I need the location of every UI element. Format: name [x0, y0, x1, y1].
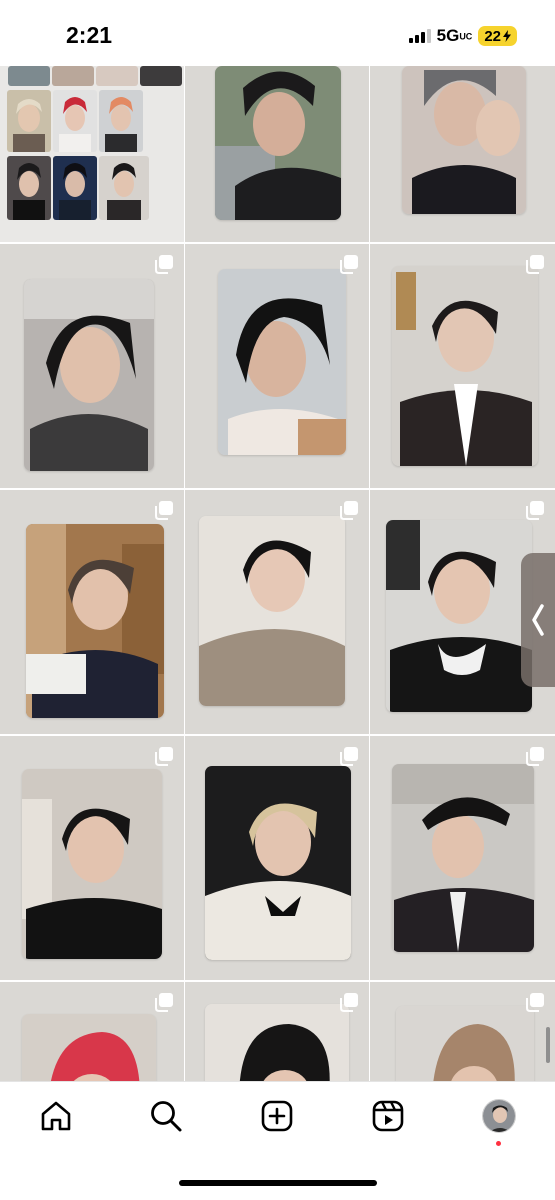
multiple-photos-icon: [526, 501, 544, 520]
home-indicator: [179, 1180, 377, 1186]
side-panel-tab[interactable]: [521, 553, 555, 687]
nav-reels-button[interactable]: [368, 1096, 408, 1136]
grid-post[interactable]: [185, 736, 369, 980]
chevron-left-icon: [532, 604, 544, 636]
grid-post[interactable]: [0, 490, 184, 734]
status-time: 2:21: [66, 22, 113, 48]
photocard-image: [396, 1006, 534, 1081]
photocard-image: [199, 516, 345, 706]
grid-post[interactable]: [185, 66, 369, 242]
photocard-image: [392, 266, 538, 466]
nav-home-button[interactable]: [36, 1096, 76, 1136]
notification-dot: [496, 1141, 501, 1146]
grid-post[interactable]: [185, 982, 369, 1081]
status-indicators: 5GUC 22: [408, 26, 517, 46]
status-bar: 2:21 5GUC 22: [0, 0, 555, 66]
photocard-image: [392, 764, 534, 952]
photocard-image: [402, 66, 526, 214]
battery-indicator: 22: [478, 26, 517, 46]
grid-post[interactable]: [370, 244, 555, 488]
photocard-image: [22, 769, 162, 959]
photocard-image: [24, 279, 154, 471]
multiple-photos-icon: [340, 255, 358, 274]
photocard-image: [386, 520, 532, 712]
photocard-image: [215, 66, 341, 220]
multiple-photos-icon: [155, 993, 173, 1012]
grid-post[interactable]: [0, 982, 184, 1081]
search-icon: [151, 1101, 182, 1132]
grid-post[interactable]: [370, 736, 555, 980]
multiple-photos-icon: [340, 993, 358, 1012]
network-type: 5GUC: [436, 26, 473, 45]
multiple-photos-icon: [340, 501, 358, 520]
grid-post[interactable]: [0, 66, 184, 242]
photocard-image: [205, 1004, 349, 1081]
multiple-photos-icon: [340, 747, 358, 766]
grid-post[interactable]: [0, 244, 184, 488]
grid-post[interactable]: [185, 244, 369, 488]
nav-profile-button[interactable]: [479, 1096, 519, 1136]
photocard-image: [22, 1014, 156, 1081]
post-grid: [0, 66, 555, 1081]
grid-post[interactable]: [185, 490, 369, 734]
profile-avatar: [482, 1099, 516, 1133]
photocard-image: [26, 524, 164, 718]
cellular-signal-icon: [408, 29, 431, 43]
nav-create-button[interactable]: [257, 1096, 297, 1136]
charging-bolt-icon: [503, 30, 511, 42]
grid-post[interactable]: [370, 982, 555, 1081]
nav-search-button[interactable]: [146, 1096, 186, 1136]
home-icon: [41, 1101, 71, 1131]
multiple-photos-icon: [155, 255, 173, 274]
multiple-photos-icon: [155, 501, 173, 520]
multiple-photos-icon: [155, 747, 173, 766]
grid-post[interactable]: [0, 736, 184, 980]
scrollbar-thumb[interactable]: [546, 1027, 550, 1063]
grid-post[interactable]: [370, 66, 555, 242]
create-post-icon: [261, 1100, 293, 1132]
multiple-photos-icon: [526, 747, 544, 766]
multiple-photos-icon: [526, 993, 544, 1012]
photocard-image: [205, 766, 351, 960]
multiple-photos-icon: [526, 255, 544, 274]
reels-icon: [372, 1100, 404, 1132]
photocard-image: [218, 269, 346, 455]
